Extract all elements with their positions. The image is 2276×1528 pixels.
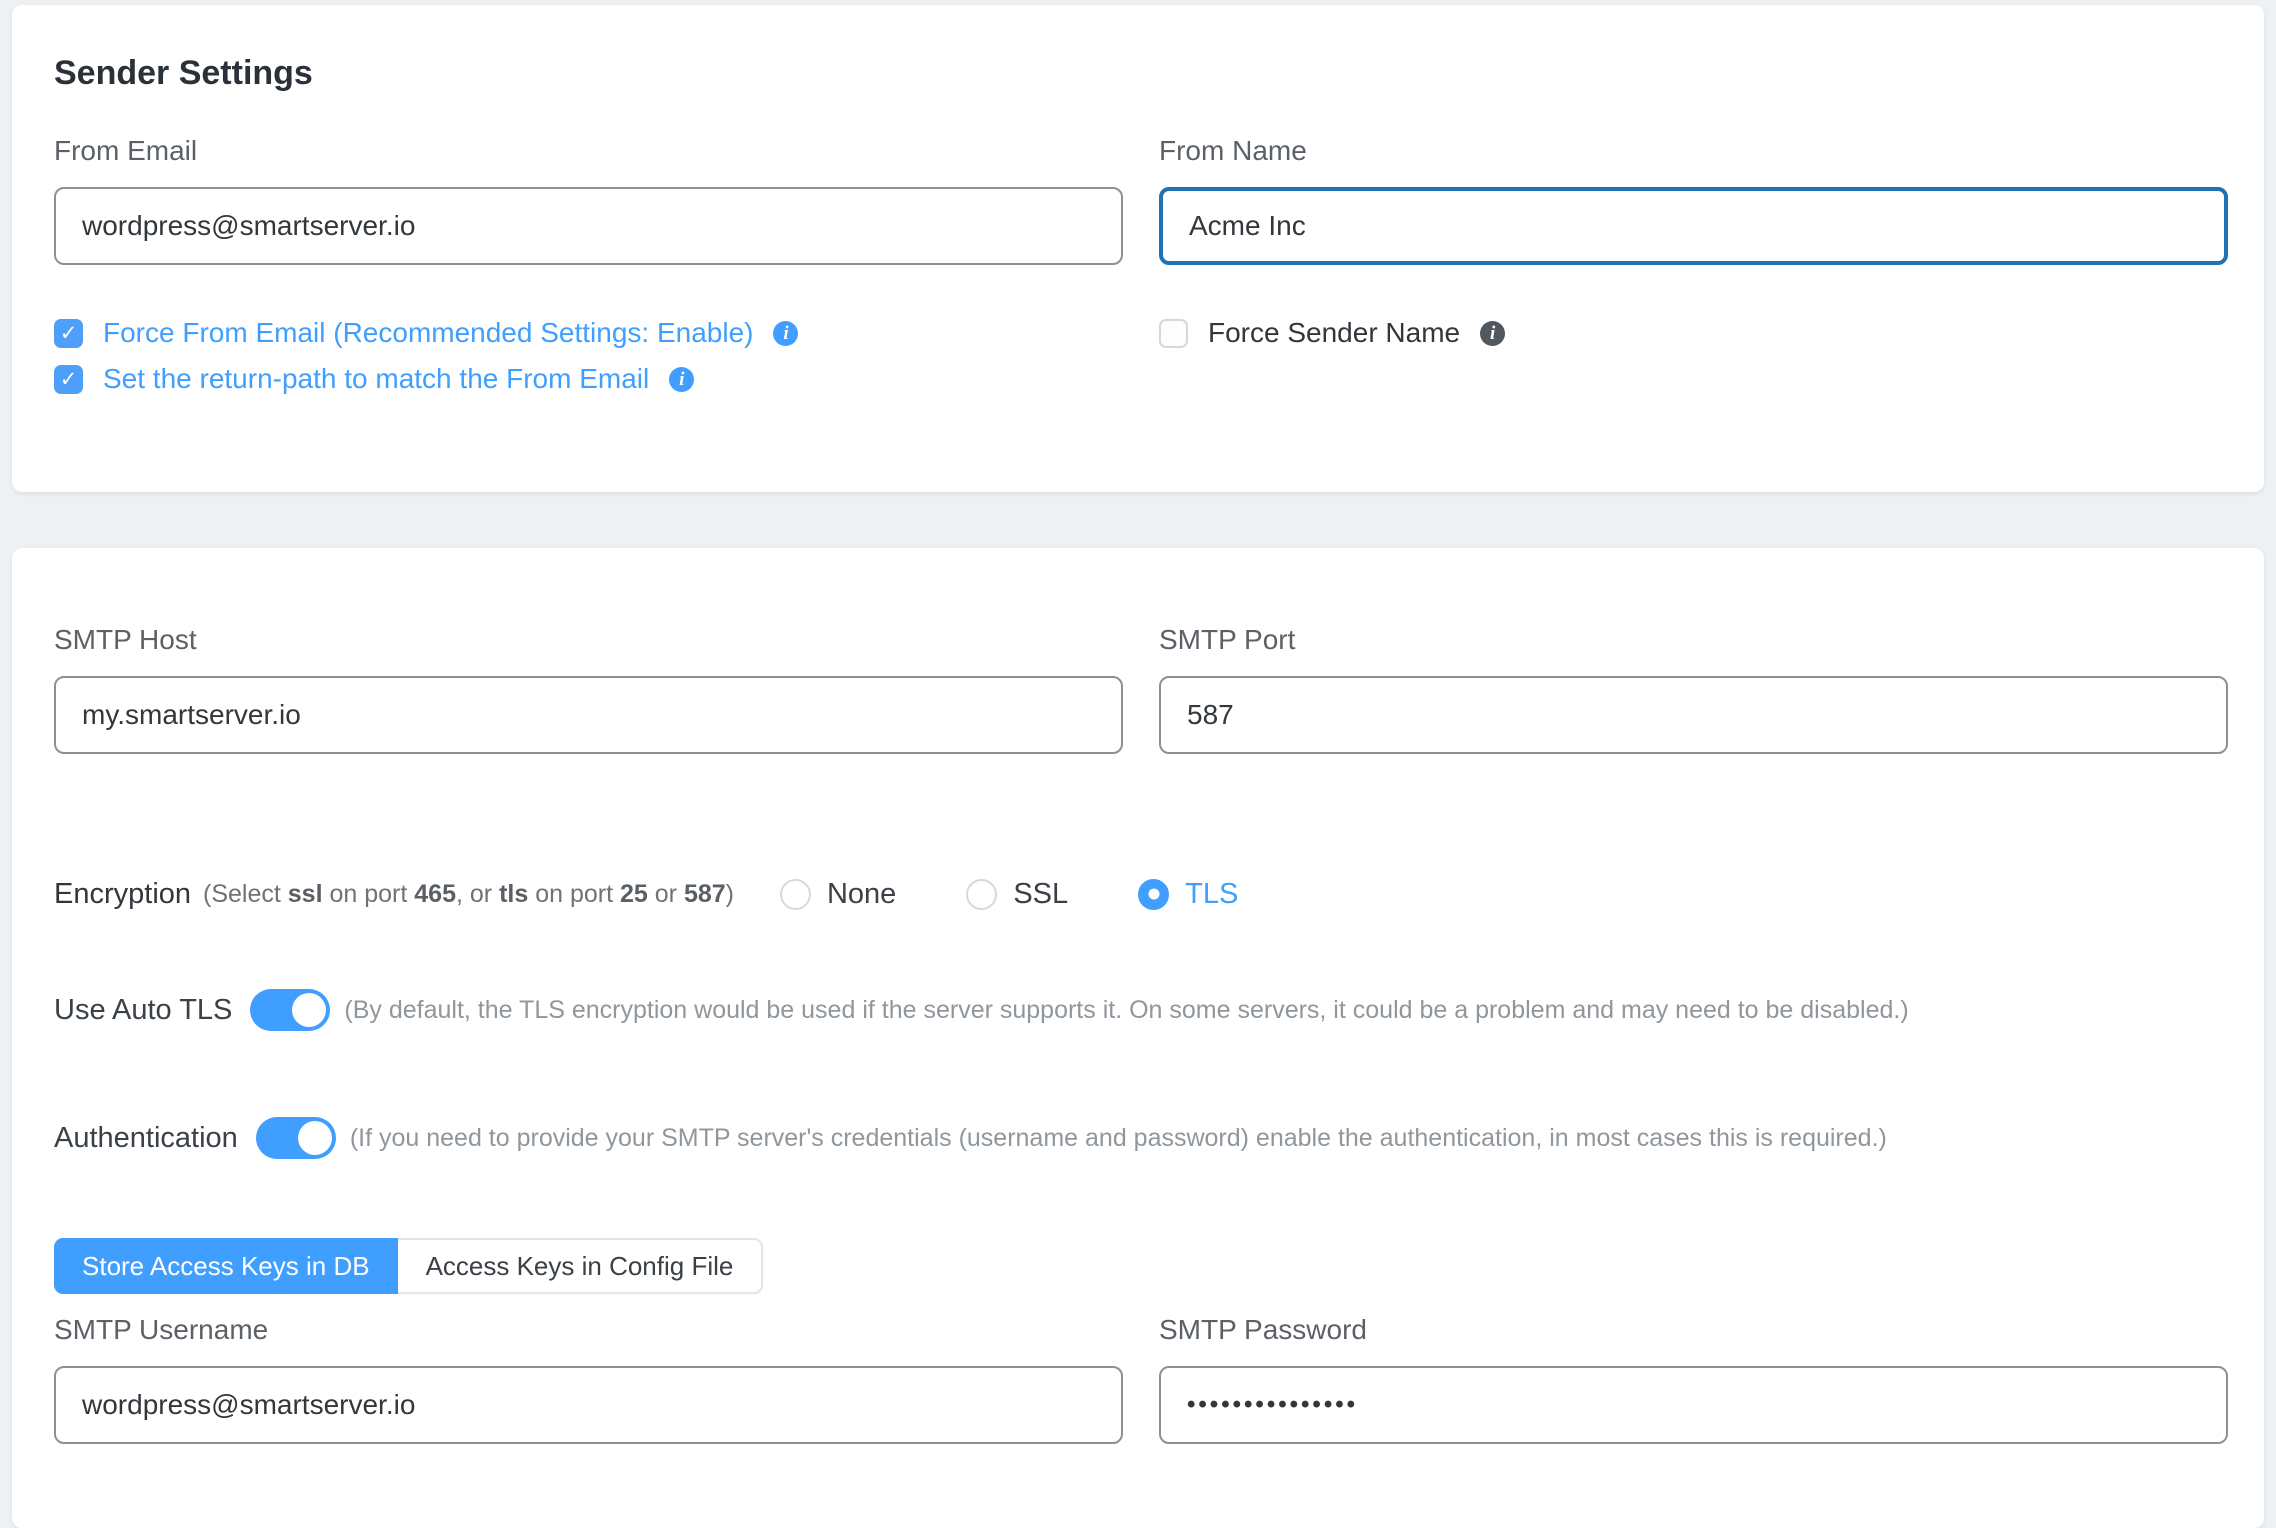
return-path-label: Set the return-path to match the From Em… (103, 363, 649, 395)
auto-tls-row: Use Auto TLS (By default, the TLS encryp… (54, 988, 2228, 1032)
smtp-settings-card: SMTP Host SMTP Port Encryption (Select s… (12, 548, 2264, 1528)
from-email-input[interactable] (54, 187, 1123, 265)
authentication-toggle[interactable] (256, 1117, 336, 1159)
from-name-input[interactable] (1159, 187, 2228, 265)
smtp-username-label: SMTP Username (54, 1314, 1123, 1346)
smtp-host-field: SMTP Host (54, 624, 1123, 754)
encryption-hint: (Select ssl on port 465, or tls on port … (203, 880, 734, 909)
toggle-knob (298, 1121, 332, 1155)
encryption-row: Encryption (Select ssl on port 465, or t… (54, 872, 2228, 916)
smtp-host-input[interactable] (54, 676, 1123, 754)
auto-tls-toggle[interactable] (250, 989, 330, 1031)
auto-tls-label: Use Auto TLS (54, 994, 232, 1027)
smtp-password-field: SMTP Password (1159, 1314, 2228, 1444)
force-sender-name-checkbox-row[interactable]: Force Sender Name i (1159, 317, 2228, 349)
encryption-radio-group: None SSL TLS (780, 878, 1238, 911)
smtp-port-input[interactable] (1159, 676, 2228, 754)
smtp-password-label: SMTP Password (1159, 1314, 2228, 1346)
encryption-none-label: None (827, 878, 896, 911)
smtp-username-input[interactable] (54, 1366, 1123, 1444)
authentication-description: (If you need to provide your SMTP server… (350, 1124, 1887, 1153)
checkbox-unchecked-icon[interactable] (1159, 319, 1188, 348)
page-title: Sender Settings (54, 53, 2228, 93)
encryption-tls-label: TLS (1185, 878, 1238, 911)
radio-selected-icon[interactable] (1138, 879, 1169, 910)
from-email-field: From Email (54, 135, 1123, 265)
encryption-option-none[interactable]: None (780, 878, 896, 911)
toggle-knob (292, 993, 326, 1027)
info-icon[interactable]: i (669, 367, 694, 392)
return-path-checkbox-row[interactable]: ✓ Set the return-path to match the From … (54, 363, 1123, 395)
auto-tls-description: (By default, the TLS encryption would be… (344, 996, 1908, 1025)
encryption-ssl-label: SSL (1013, 878, 1068, 911)
authentication-row: Authentication (If you need to provide y… (54, 1116, 2228, 1160)
from-name-field: From Name (1159, 135, 2228, 265)
from-name-label: From Name (1159, 135, 2228, 167)
info-icon[interactable]: i (773, 321, 798, 346)
info-icon[interactable]: i (1480, 321, 1505, 346)
encryption-label: Encryption (54, 878, 191, 911)
sender-checkboxes-row: ✓ Force From Email (Recommended Settings… (54, 317, 2228, 395)
from-email-options: ✓ Force From Email (Recommended Settings… (54, 317, 1123, 395)
from-email-label: From Email (54, 135, 1123, 167)
tab-keys-in-config-file[interactable]: Access Keys in Config File (398, 1238, 764, 1294)
smtp-port-label: SMTP Port (1159, 624, 2228, 656)
force-from-email-checkbox-row[interactable]: ✓ Force From Email (Recommended Settings… (54, 317, 1123, 349)
checkbox-checked-icon[interactable]: ✓ (54, 365, 83, 394)
sender-settings-card: Sender Settings From Email From Name ✓ F… (12, 5, 2264, 492)
checkbox-checked-icon[interactable]: ✓ (54, 319, 83, 348)
smtp-username-field: SMTP Username (54, 1314, 1123, 1444)
force-sender-name-label: Force Sender Name (1208, 317, 1460, 349)
smtp-port-field: SMTP Port (1159, 624, 2228, 754)
radio-unselected-icon[interactable] (780, 879, 811, 910)
authentication-label: Authentication (54, 1122, 238, 1155)
encryption-option-tls[interactable]: TLS (1138, 878, 1238, 911)
encryption-option-ssl[interactable]: SSL (966, 878, 1068, 911)
smtp-password-input[interactable] (1159, 1366, 2228, 1444)
tab-store-keys-in-db[interactable]: Store Access Keys in DB (54, 1238, 398, 1294)
smtp-host-port-row: SMTP Host SMTP Port (54, 624, 2228, 754)
force-from-email-label: Force From Email (Recommended Settings: … (103, 317, 753, 349)
from-name-options: Force Sender Name i (1159, 317, 2228, 395)
smtp-credentials-row: SMTP Username SMTP Password (54, 1314, 2228, 1444)
sender-fields-row: From Email From Name (54, 135, 2228, 265)
smtp-host-label: SMTP Host (54, 624, 1123, 656)
radio-unselected-icon[interactable] (966, 879, 997, 910)
key-storage-tabs: Store Access Keys in DB Access Keys in C… (54, 1238, 763, 1294)
